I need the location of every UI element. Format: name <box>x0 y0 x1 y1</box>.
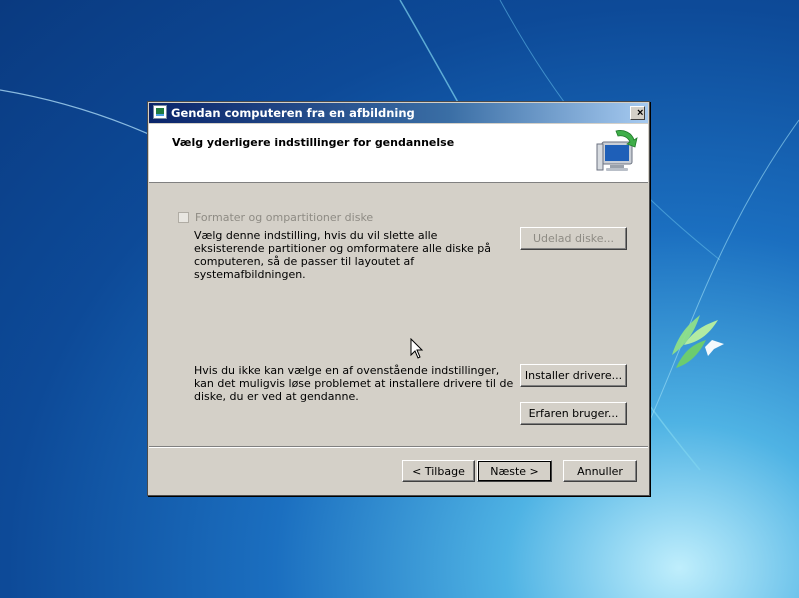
windows-logo-leaves <box>672 315 724 368</box>
restore-computer-icon <box>153 105 167 119</box>
install-drivers-button[interactable]: Installer drivere... <box>520 364 627 387</box>
mouse-pointer-icon <box>410 338 424 359</box>
computer-restore-icon <box>596 130 638 171</box>
format-disks-description: Vælg denne indstilling, hvis du vil slet… <box>194 229 491 281</box>
format-disks-checkbox[interactable] <box>178 212 189 223</box>
dialog-title: Gendan computeren fra en afbildning <box>171 106 415 120</box>
cancel-button[interactable]: Annuller <box>563 460 637 482</box>
restore-dialog: Gendan computeren fra en afbildning × Væ… <box>147 101 650 496</box>
back-button[interactable]: < Tilbage <box>402 460 475 482</box>
close-button[interactable]: × <box>630 106 645 120</box>
dialog-titlebar[interactable]: Gendan computeren fra en afbildning × <box>149 103 648 123</box>
dialog-header: Vælg yderligere indstillinger for gendan… <box>149 124 648 183</box>
driver-hint-text: Hvis du ikke kan vælge en af ovenstående… <box>194 364 514 403</box>
format-disks-label: Formater og ompartitioner diske <box>195 211 374 224</box>
page-title: Vælg yderligere indstillinger for gendan… <box>172 136 455 149</box>
next-button[interactable]: Næste > <box>477 460 552 482</box>
advanced-button[interactable]: Erfaren bruger... <box>520 402 627 425</box>
exclude-disks-button[interactable]: Udelad diske... <box>520 227 627 250</box>
footer-divider <box>149 446 648 448</box>
